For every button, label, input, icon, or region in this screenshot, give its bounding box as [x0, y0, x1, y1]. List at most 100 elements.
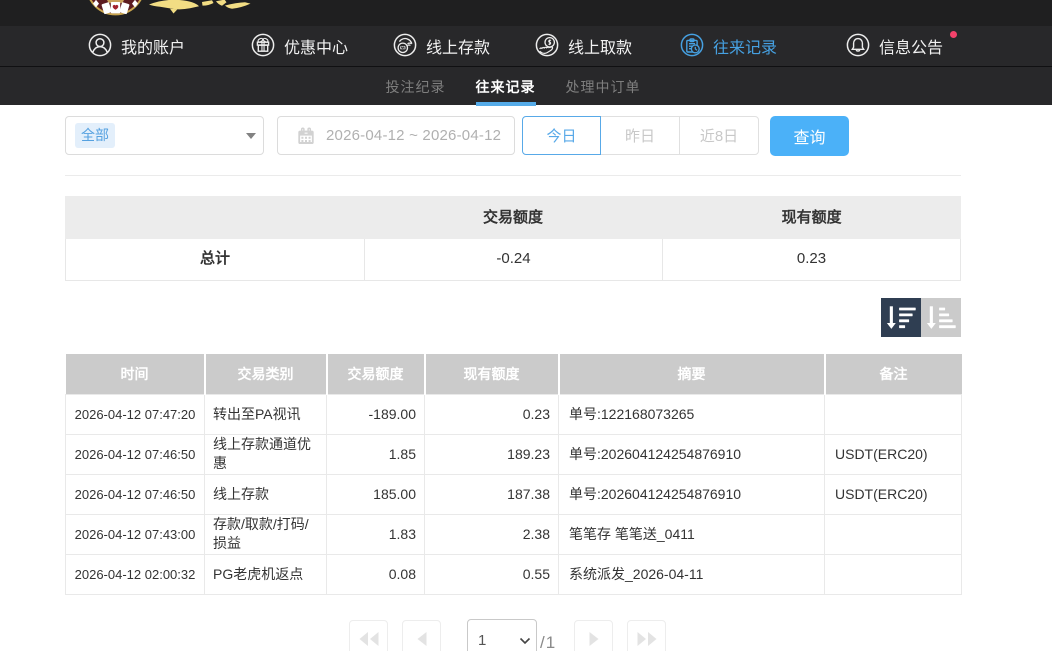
- summary-header-empty: [65, 196, 364, 239]
- summary-total-label: 总计: [66, 239, 364, 280]
- main-navigation: 我的账户 优惠中心 线上存款: [0, 26, 1052, 66]
- notification-dot: [950, 31, 957, 38]
- bell-icon: [846, 33, 870, 57]
- cell-type: 存款/取款/打码/损益: [205, 514, 327, 554]
- cell-bal: 187.38: [425, 474, 559, 514]
- cell-type: 转出至PA视讯: [205, 394, 327, 434]
- next-page-icon: [588, 632, 600, 646]
- select-chevron-icon: [519, 637, 531, 645]
- today-button[interactable]: 今日: [522, 116, 601, 155]
- cell-amt: 1.85: [327, 434, 425, 474]
- sort-ascending-button[interactable]: [921, 298, 961, 337]
- cell-note: [825, 554, 962, 594]
- nav-item-transaction-records[interactable]: 往来记录: [680, 26, 777, 66]
- previous-page-button[interactable]: [402, 620, 441, 651]
- cell-amt: 1.83: [327, 514, 425, 554]
- tab-betting-records[interactable]: 投注纪录: [386, 67, 446, 105]
- next-page-button[interactable]: [574, 620, 613, 651]
- date-range-value: 2026-04-12 ~ 2026-04-12: [326, 127, 501, 144]
- cell-amt: -189.00: [327, 394, 425, 434]
- col-header-type: 交易类别: [205, 354, 327, 394]
- sub-navigation: 投注纪录 往来记录 处理中订单: [0, 66, 1052, 105]
- summary-header-balance: 现有额度: [662, 196, 961, 239]
- col-header-time: 时间: [66, 354, 205, 394]
- sort-descending-button[interactable]: [881, 298, 921, 337]
- cell-sum: 单号:202604124254876910: [559, 474, 825, 514]
- top-logo-bar: [0, 0, 1052, 26]
- cell-note: [825, 394, 962, 434]
- tab-list: 投注纪录 往来记录 处理中订单: [65, 67, 961, 105]
- nav-label: 优惠中心: [284, 34, 348, 58]
- col-header-amount: 交易额度: [327, 354, 425, 394]
- nav-label: 线上取款: [568, 34, 632, 58]
- page-select-value: 1: [478, 632, 486, 649]
- quick-date-group: 今日 昨日 近8日: [522, 116, 759, 155]
- sort-amount-desc-icon: [881, 298, 921, 337]
- table-header-row: 时间 交易类别 交易额度 现有额度 摘要 备注: [66, 354, 962, 394]
- nav-label: 我的账户: [121, 34, 185, 58]
- nav-item-promotions[interactable]: 优惠中心: [251, 26, 348, 66]
- nav-item-my-account[interactable]: 我的账户: [88, 26, 185, 66]
- cell-type: 线上存款通道优惠: [205, 434, 327, 474]
- last-page-icon: [636, 632, 658, 646]
- cell-type: PG老虎机返点: [205, 554, 327, 594]
- pagination: 1 /1: [65, 619, 961, 651]
- summary-header-row: 交易额度 现有额度: [65, 196, 961, 239]
- cell-sum: 系统派发_2026-04-11: [559, 554, 825, 594]
- page-total-label: /1: [540, 633, 556, 651]
- page-select[interactable]: 1: [467, 619, 537, 651]
- gift-icon: [251, 33, 275, 57]
- nav-item-announcements[interactable]: 信息公告: [846, 26, 943, 66]
- withdraw-icon: [535, 33, 559, 57]
- query-button[interactable]: 查询: [770, 116, 849, 156]
- sort-bar: [65, 298, 961, 337]
- cell-note: [825, 514, 962, 554]
- nav-item-online-withdrawal[interactable]: 线上取款: [535, 26, 632, 66]
- records-icon: [680, 33, 704, 57]
- summary-total-row: 总计 -0.24 0.23: [65, 239, 961, 281]
- tab-pending-orders[interactable]: 处理中订单: [566, 67, 641, 105]
- cell-type: 线上存款: [205, 474, 327, 514]
- nav-label: 线上存款: [426, 34, 490, 58]
- user-icon: [88, 33, 112, 57]
- tab-transaction-records[interactable]: 往来记录: [476, 67, 536, 105]
- cell-amt: 185.00: [327, 474, 425, 514]
- cell-time: 2026-04-12 07:46:50: [66, 474, 205, 514]
- filter-divider: [65, 175, 961, 176]
- table-row: 2026-04-12 07:43:00存款/取款/打码/损益1.832.38笔笔…: [66, 514, 962, 554]
- cell-time: 2026-04-12 07:43:00: [66, 514, 205, 554]
- cell-bal: 189.23: [425, 434, 559, 474]
- cell-sum: 单号:202604124254876910: [559, 434, 825, 474]
- summary-table: 交易额度 现有额度 总计 -0.24 0.23: [65, 196, 961, 281]
- cell-sum: 笔笔存 笔笔送_0411: [559, 514, 825, 554]
- cell-time: 2026-04-12 07:46:50: [66, 434, 205, 474]
- type-select[interactable]: 全部: [65, 116, 264, 155]
- first-page-button[interactable]: [349, 620, 388, 651]
- nav-label: 往来记录: [713, 34, 777, 58]
- chevron-down-icon: [246, 133, 256, 139]
- date-range-input[interactable]: 2026-04-12 ~ 2026-04-12: [277, 116, 515, 155]
- type-select-tag: 全部: [75, 123, 115, 148]
- last-8-days-button[interactable]: 近8日: [679, 116, 759, 155]
- col-header-note: 备注: [825, 354, 962, 394]
- cell-bal: 0.23: [425, 394, 559, 434]
- cell-note: USDT(ERC20): [825, 434, 962, 474]
- deposit-icon: [393, 33, 417, 57]
- table-row: 2026-04-12 07:46:50线上存款通道优惠1.85189.23单号:…: [66, 434, 962, 474]
- cell-amt: 0.08: [327, 554, 425, 594]
- brand-logo[interactable]: [86, 0, 316, 20]
- yesterday-button[interactable]: 昨日: [600, 116, 680, 155]
- calendar-icon: [297, 127, 315, 145]
- summary-header-transaction: 交易额度: [364, 196, 663, 239]
- last-page-button[interactable]: [627, 620, 666, 651]
- previous-page-icon: [416, 632, 428, 646]
- filter-bar: 全部 2026-04-12 ~ 2026-04-12 今日 昨日 近8日 查询: [65, 116, 961, 156]
- nav-item-online-deposit[interactable]: 线上存款: [393, 26, 490, 66]
- col-header-summary: 摘要: [559, 354, 825, 394]
- table-row: 2026-04-12 07:47:20转出至PA视讯-189.000.23单号:…: [66, 394, 962, 434]
- first-page-icon: [358, 632, 380, 646]
- cell-time: 2026-04-12 02:00:32: [66, 554, 205, 594]
- cell-sum: 单号:122168073265: [559, 394, 825, 434]
- sort-amount-asc-icon: [921, 298, 961, 337]
- table-row: 2026-04-12 02:00:32PG老虎机返点0.080.55系统派发_2…: [66, 554, 962, 594]
